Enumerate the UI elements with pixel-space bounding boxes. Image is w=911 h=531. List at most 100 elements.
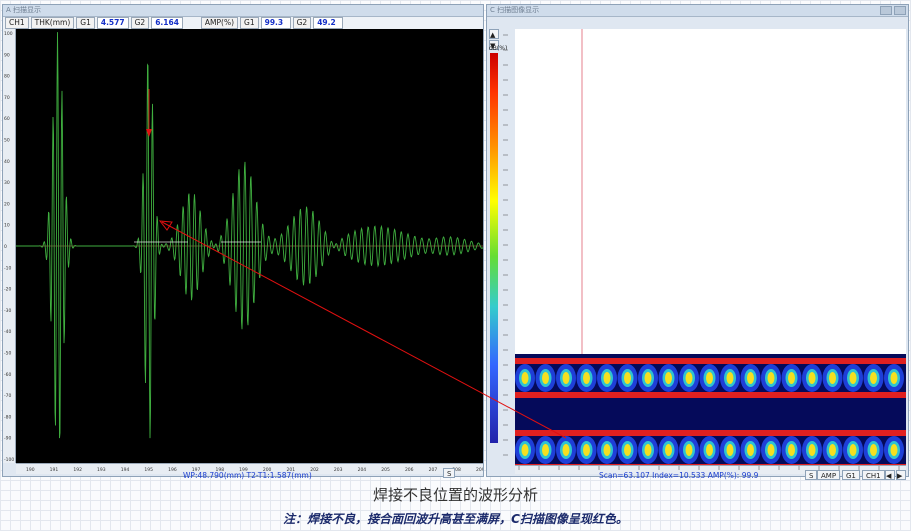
figure-note: 注：焊接不良，接合面回波升高甚至满屏，C扫描图像呈现红色。 — [283, 512, 628, 526]
y-tick-label: 0 — [4, 244, 7, 250]
thk-g2-value: 6.164 — [151, 17, 183, 29]
a-scan-infobar: CH1 THK(mm) G1 4.577 G2 6.164 AMP(%) G1 … — [3, 17, 483, 29]
y-tick-label: 90 — [4, 52, 10, 58]
x-tick-label: 195 — [144, 467, 153, 473]
weld-spot-core — [788, 372, 795, 384]
a-scan-plot[interactable] — [16, 29, 483, 463]
y-tick-label: -10 — [4, 265, 11, 271]
channel-label[interactable]: CH1 — [5, 17, 29, 29]
weld-spot-core — [829, 444, 836, 456]
amp-g2-value: 49.2 — [313, 17, 344, 29]
amp-label: AMP(%) — [200, 17, 239, 29]
a-scan-title: A 扫描显示 — [6, 6, 42, 14]
c-scan-image[interactable] — [515, 29, 906, 465]
weld-spot-core — [583, 372, 590, 384]
y-tick-label: 20 — [4, 201, 10, 207]
x-tick-label: 191 — [50, 467, 59, 473]
weld-spot-core — [808, 372, 816, 384]
weld-spot-core — [890, 444, 898, 456]
c-scan-titlebar: C 扫描图像显示 — [487, 5, 908, 17]
y-tick-label: -50 — [4, 351, 11, 357]
y-tick-label: 40 — [4, 159, 10, 165]
weld-edge-band — [515, 358, 906, 364]
weld-spot-core — [685, 372, 693, 384]
y-tick-label: 10 — [4, 223, 10, 229]
weld-spot-core — [644, 444, 652, 456]
weld-spot-core — [562, 444, 570, 456]
weld-spot-core — [542, 372, 549, 384]
weld-spot-core — [788, 444, 795, 456]
y-tick-label: -40 — [4, 329, 11, 335]
weld-spot-core — [747, 444, 754, 456]
c-scan-window: C 扫描图像显示 ▲ ▼ dB(%) Scan=63.107 Index=10.… — [486, 4, 909, 480]
c-scan-s-button[interactable]: S — [805, 470, 818, 480]
x-tick-label: 192 — [73, 467, 82, 473]
weld-spot-core — [726, 444, 734, 456]
thk-g1-value: 4.577 — [96, 17, 129, 29]
y-tick-label: 80 — [4, 74, 10, 80]
x-tick-label: 204 — [358, 467, 367, 473]
ch1-button[interactable]: CH1 — [862, 470, 885, 480]
a-scan-status: WP:48.790(mm) T2-T1:1.587(mm) — [183, 471, 312, 480]
x-tick-label: 206 — [405, 467, 414, 473]
weld-spot-core — [624, 372, 631, 384]
weld-spot-core — [767, 372, 775, 384]
x-tick-label: 207 — [429, 467, 438, 473]
weld-spot-core — [849, 444, 857, 456]
colorbar — [490, 53, 498, 443]
y-tick-label: -20 — [4, 287, 11, 293]
x-tick-label: 190 — [26, 467, 35, 473]
weld-spot-core — [706, 444, 713, 456]
y-tick-label: 30 — [4, 180, 10, 186]
window-maximize-button[interactable] — [880, 6, 892, 15]
weld-spot-core — [685, 444, 693, 456]
weld-spot-core — [562, 372, 570, 384]
c-scan-top-weld-row — [515, 358, 906, 398]
y-tick-label: -100 — [4, 457, 14, 463]
x-tick-label: 209 — [476, 467, 483, 473]
a-scan-s-button[interactable]: S — [443, 468, 456, 478]
weld-edge-band — [515, 392, 906, 398]
weld-spot-core — [870, 444, 877, 456]
weld-spot-core — [870, 372, 877, 384]
weld-spot-core — [808, 444, 816, 456]
a-scan-y-axis: 1009080706050403020100-10-20-30-40-50-60… — [3, 29, 16, 463]
weld-spot-core — [624, 444, 631, 456]
thk-g2-label: G2 — [130, 17, 150, 29]
weld-spot-core — [665, 372, 672, 384]
x-tick-label: 196 — [168, 467, 177, 473]
weld-spot-core — [603, 444, 611, 456]
figure-caption: 焊接不良位置的波形分析 — [372, 486, 538, 504]
weld-spot-core — [542, 444, 549, 456]
weld-spot-core — [726, 372, 734, 384]
y-tick-label: -60 — [4, 372, 11, 378]
weld-spot-core — [521, 444, 529, 456]
y-tick-label: 60 — [4, 116, 10, 122]
x-tick-label: 205 — [381, 467, 390, 473]
c-scan-status: Scan=63.107 Index=10.533 AMP(%): 99.9 — [599, 471, 759, 480]
g1-button[interactable]: G1 — [842, 470, 860, 480]
weld-spot-core — [706, 372, 713, 384]
scroll-up-icon[interactable]: ▲ — [489, 29, 499, 39]
weld-spot-core — [829, 372, 836, 384]
thk-label: THK(mm) — [30, 17, 75, 29]
weld-edge-band — [515, 430, 906, 436]
x-tick-label: 193 — [97, 467, 106, 473]
weld-spot-core — [849, 372, 857, 384]
weld-spot-core — [747, 372, 754, 384]
scroll-right-icon[interactable]: ▶ — [896, 470, 906, 480]
y-tick-label: -70 — [4, 393, 11, 399]
amp-g1-value: 99.3 — [260, 17, 291, 29]
weld-spot-core — [644, 372, 652, 384]
weld-spot-core — [665, 444, 672, 456]
a-scan-waveform — [16, 32, 483, 439]
weld-spot-core — [767, 444, 775, 456]
window-close-button[interactable] — [894, 6, 906, 15]
thk-g1-label: G1 — [76, 17, 95, 29]
y-tick-label: 100 — [4, 31, 13, 37]
amp-g2-label: G2 — [292, 17, 312, 29]
scroll-left-icon[interactable]: ◀ — [885, 470, 895, 480]
a-scan-window: A 扫描显示 CH1 THK(mm) G1 4.577 G2 6.164 AMP… — [2, 4, 484, 480]
y-tick-label: -90 — [4, 436, 11, 442]
amp-button[interactable]: AMP — [817, 470, 841, 480]
